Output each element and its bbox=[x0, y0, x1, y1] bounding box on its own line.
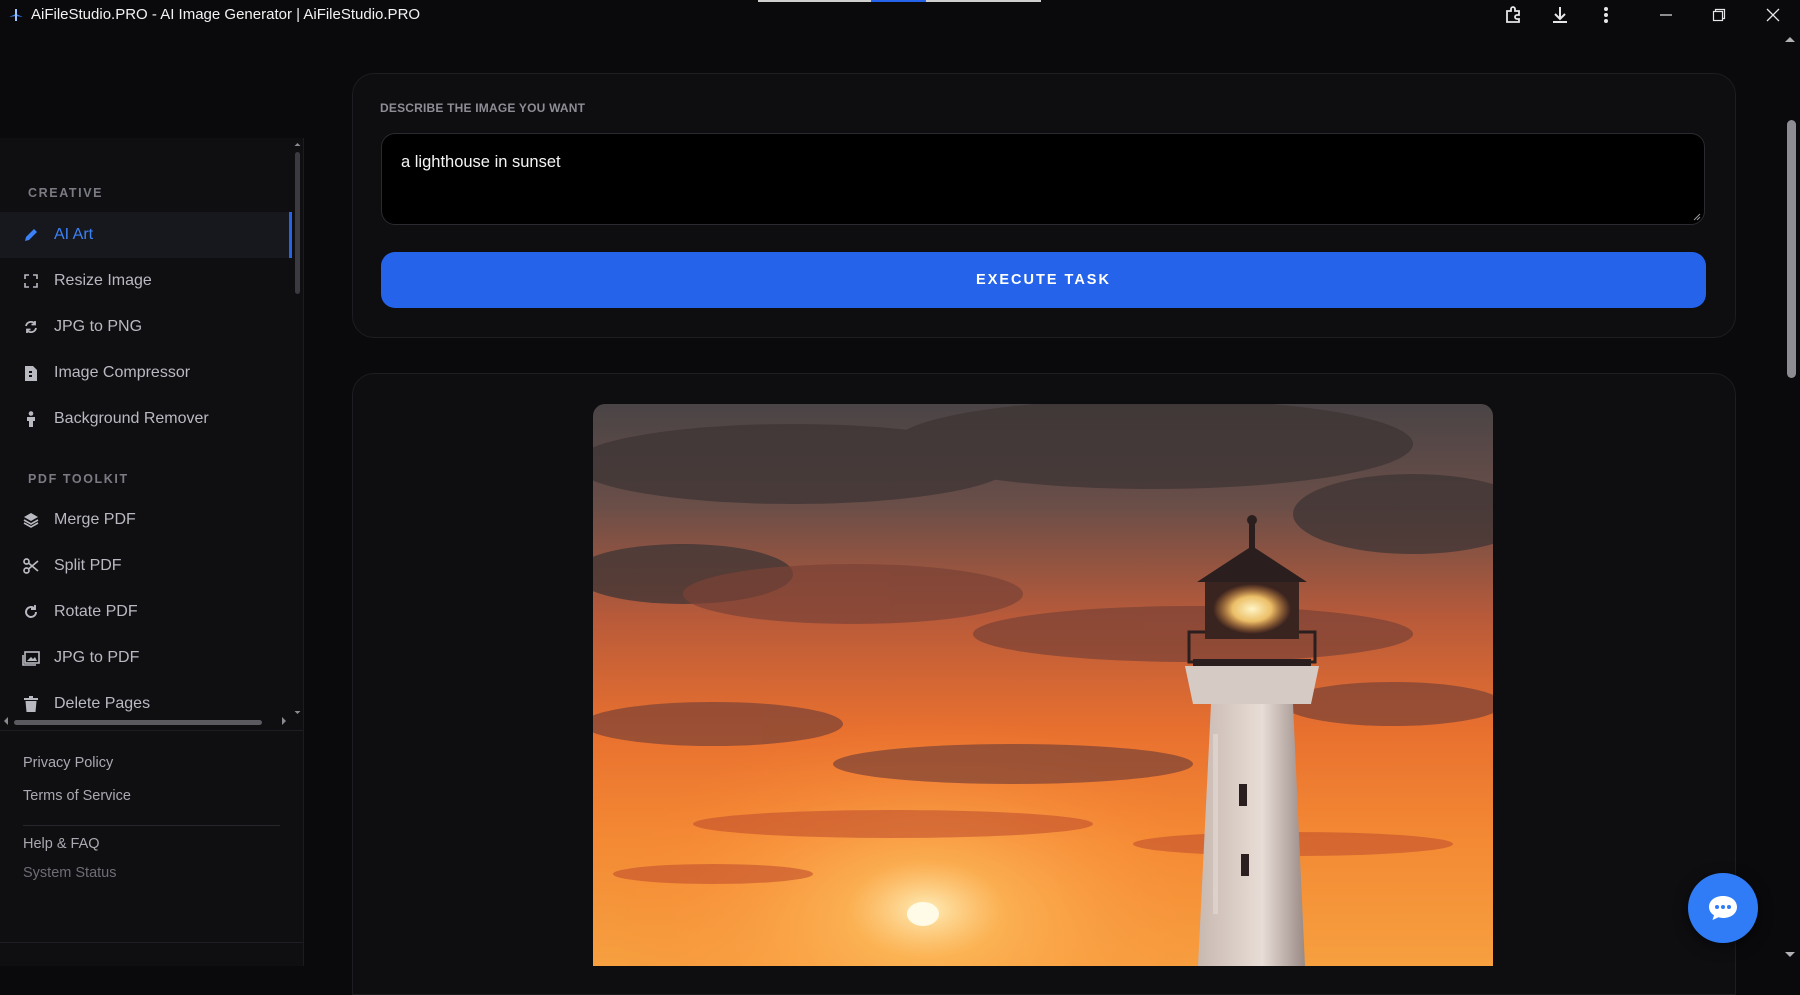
scroll-right-arrow-icon[interactable] bbox=[280, 716, 288, 726]
expand-icon bbox=[22, 272, 40, 290]
restore-icon bbox=[1712, 8, 1726, 22]
sidebar-item-label: JPG to PNG bbox=[54, 318, 143, 335]
sidebar-item-background-remover[interactable]: Background Remover bbox=[0, 396, 292, 442]
privacy-policy-link[interactable]: Privacy Policy bbox=[23, 755, 113, 771]
minimize-button[interactable] bbox=[1651, 2, 1681, 28]
app-logo-icon bbox=[9, 9, 23, 21]
minimize-icon bbox=[1660, 14, 1672, 16]
sidebar-hscrollbar-thumb[interactable] bbox=[14, 720, 262, 725]
terms-of-service-link[interactable]: Terms of Service bbox=[23, 788, 131, 804]
trash-icon bbox=[22, 695, 40, 713]
section-label-creative: CREATIVE bbox=[28, 186, 104, 200]
rotate-icon bbox=[22, 603, 40, 621]
sidebar-item-label: Split PDF bbox=[54, 557, 122, 574]
sidebar-item-image-compressor[interactable]: Image Compressor bbox=[0, 350, 292, 396]
sidebar-item-label: Background Remover bbox=[54, 410, 209, 427]
layers-icon bbox=[22, 511, 40, 529]
sidebar-item-rotate-pdf[interactable]: Rotate PDF bbox=[0, 589, 292, 635]
sync-icon bbox=[22, 318, 40, 336]
images-icon bbox=[22, 649, 40, 667]
close-icon bbox=[1766, 8, 1780, 22]
sidebar-nav-list: CREATIVE AI Art Resize Image JPG to PNG … bbox=[0, 138, 292, 720]
sidebar-item-label: Merge PDF bbox=[54, 511, 136, 528]
sidebar-item-label: JPG to PDF bbox=[54, 649, 140, 666]
loading-bar-end bbox=[926, 0, 1041, 2]
scroll-left-arrow-icon[interactable] bbox=[2, 716, 10, 726]
close-button[interactable] bbox=[1758, 2, 1788, 28]
sidebar-item-label: Resize Image bbox=[54, 272, 152, 289]
window-titlebar: AiFileStudio.PRO - AI Image Generator | … bbox=[0, 0, 1800, 30]
file-icon bbox=[22, 364, 40, 382]
puzzle-icon bbox=[1506, 6, 1520, 23]
loading-bar-active bbox=[871, 0, 926, 2]
scissors-icon bbox=[22, 557, 40, 575]
chat-bubble-icon bbox=[1709, 896, 1737, 920]
footer-divider bbox=[23, 825, 280, 826]
sidebar-item-resize-image[interactable]: Resize Image bbox=[0, 258, 292, 304]
prompt-textarea[interactable]: a lighthouse in sunset bbox=[381, 133, 1705, 225]
window-title: AiFileStudio.PRO - AI Image Generator | … bbox=[31, 6, 421, 23]
page-scrollbar-thumb[interactable] bbox=[1787, 120, 1796, 378]
execute-task-button[interactable]: EXECUTE TASK bbox=[381, 252, 1706, 308]
sidebar-scrollbar-thumb[interactable] bbox=[295, 152, 300, 294]
download-icon bbox=[1553, 7, 1567, 23]
pencil-icon bbox=[22, 226, 40, 244]
help-faq-link[interactable]: Help & FAQ bbox=[23, 836, 100, 852]
more-menu-button[interactable] bbox=[1591, 2, 1621, 28]
prompt-text: a lighthouse in sunset bbox=[401, 153, 561, 171]
sidebar-item-merge-pdf[interactable]: Merge PDF bbox=[0, 497, 292, 543]
sidebar-item-split-pdf[interactable]: Split PDF bbox=[0, 543, 292, 589]
download-button[interactable] bbox=[1545, 2, 1575, 28]
resize-grip-icon[interactable] bbox=[1693, 213, 1701, 221]
generated-image[interactable] bbox=[593, 404, 1493, 966]
chat-button[interactable] bbox=[1688, 873, 1758, 943]
loading-bar bbox=[758, 0, 871, 2]
restore-button[interactable] bbox=[1704, 2, 1734, 28]
person-icon bbox=[22, 410, 40, 428]
more-vertical-icon bbox=[1604, 7, 1608, 23]
sidebar: CREATIVE AI Art Resize Image JPG to PNG … bbox=[0, 138, 304, 966]
page-scroll-up-icon[interactable] bbox=[1783, 34, 1797, 44]
generated-lighthouse-image bbox=[593, 404, 1493, 966]
sidebar-item-label: AI Art bbox=[54, 226, 94, 243]
section-label-pdf-toolkit: PDF TOOLKIT bbox=[28, 472, 129, 486]
sidebar-divider bbox=[0, 730, 303, 731]
sidebar-item-label: Delete Pages bbox=[54, 695, 151, 712]
page-scroll-down-icon[interactable] bbox=[1783, 950, 1797, 960]
sidebar-item-delete-pages[interactable]: Delete Pages bbox=[0, 681, 292, 720]
sidebar-bottom-divider bbox=[0, 942, 303, 943]
prompt-label: DESCRIBE THE IMAGE YOU WANT bbox=[380, 101, 586, 115]
sidebar-item-label: Rotate PDF bbox=[54, 603, 138, 620]
extensions-button[interactable] bbox=[1499, 2, 1529, 28]
sidebar-item-jpg-to-png[interactable]: JPG to PNG bbox=[0, 304, 292, 350]
system-status-link[interactable]: System Status bbox=[23, 865, 116, 881]
sidebar-item-jpg-to-pdf[interactable]: JPG to PDF bbox=[0, 635, 292, 681]
sidebar-item-ai-art[interactable]: AI Art bbox=[0, 212, 292, 258]
sidebar-item-label: Image Compressor bbox=[54, 364, 191, 381]
